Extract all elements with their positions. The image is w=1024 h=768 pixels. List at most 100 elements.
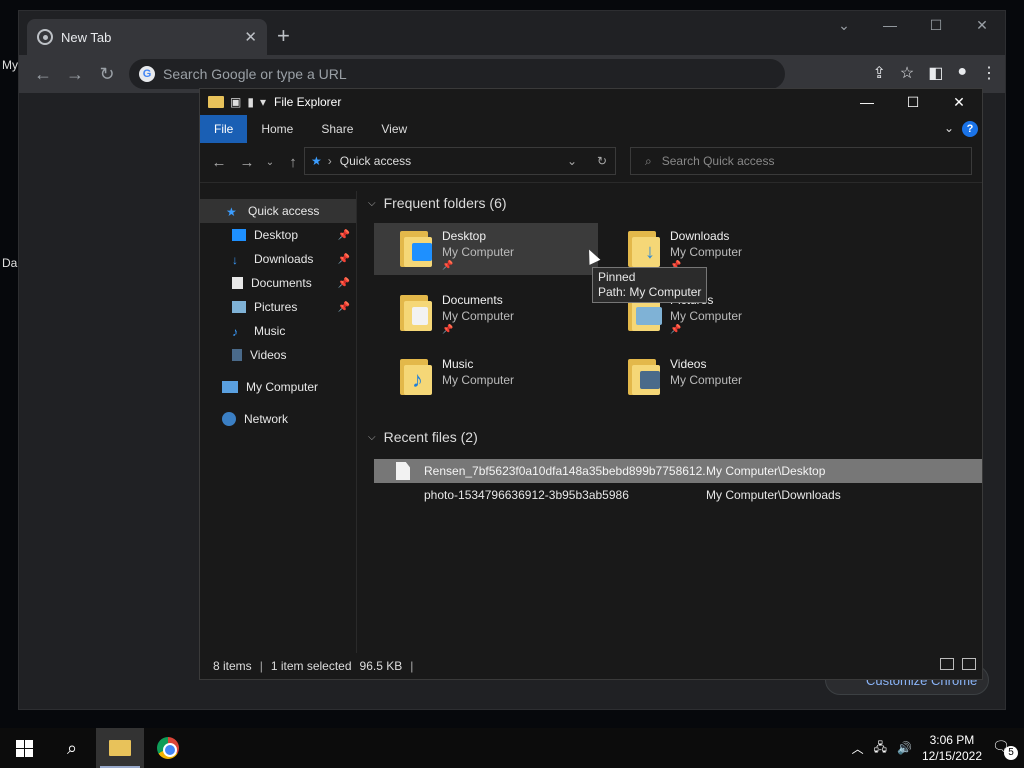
content-pane: ⌵ Frequent folders (6) Desktop My Comput…	[358, 191, 982, 655]
status-separator: |	[410, 659, 414, 673]
recent-files-header[interactable]: ⌵ Recent files (2)	[358, 429, 478, 445]
share-icon[interactable]: ⇪	[872, 63, 885, 83]
maximize-button[interactable]: ☐	[890, 89, 936, 115]
side-panel-icon[interactable]: ◧	[928, 63, 943, 83]
reload-icon[interactable]: ↻	[91, 64, 123, 85]
tooltip-line: Pinned	[598, 270, 636, 284]
tooltip: Pinned Path: My Computer	[592, 267, 708, 303]
minimize-button[interactable]: —	[867, 17, 913, 34]
pin-icon: 📌	[442, 324, 454, 334]
start-button[interactable]	[0, 728, 48, 768]
maximize-button[interactable]: ☐	[913, 17, 959, 34]
toolbar-actions: ⇪ ☆ ◧ ● ⋮	[872, 63, 997, 83]
recent-file-row[interactable]: photo-1534796636912-3b95b3ab5986 My Comp…	[374, 483, 982, 507]
search-icon: ⌕	[66, 737, 78, 758]
sidebar-item-label: Network	[244, 412, 289, 426]
omnibox[interactable]: G Search Google or type a URL	[129, 59, 785, 89]
menu-icon[interactable]: ⋮	[981, 63, 997, 83]
ribbon-tab-file[interactable]: File	[200, 115, 248, 143]
new-tab-button[interactable]: +	[277, 23, 290, 49]
folder-icon	[208, 96, 224, 108]
file-explorer-window: ▣ ▮ ▾ File Explorer — ☐ ✕ File Home Shar…	[199, 88, 983, 680]
section-title: Recent files (2)	[383, 429, 478, 445]
taskbar-file-explorer[interactable]	[96, 728, 144, 768]
file-name: photo-1534796636912-3b95b3ab5986	[424, 488, 629, 502]
sidebar-item-downloads[interactable]: ↓ Downloads 📌	[200, 247, 356, 271]
search-input[interactable]: ⌕ Search Quick access	[630, 147, 972, 175]
customize-toolbar-icon[interactable]: ▾	[260, 95, 266, 109]
folder-tile-videos[interactable]: Videos My Computer	[602, 351, 826, 403]
sidebar-item-quick-access[interactable]: ★ Quick access	[200, 199, 356, 223]
close-button[interactable]: ✕	[959, 17, 1005, 34]
chevron-down-icon[interactable]: ⌄	[567, 154, 577, 168]
chrome-tab-icon	[37, 29, 53, 45]
selection-count: 1 item selected	[270, 659, 352, 673]
large-icons-view-icon[interactable]	[962, 658, 976, 670]
minimize-button[interactable]: —	[844, 89, 890, 115]
ribbon-tab-share[interactable]: Share	[307, 115, 367, 143]
details-view-icon[interactable]	[940, 658, 954, 670]
omnibox-placeholder: Search Google or type a URL	[163, 66, 347, 82]
bookmark-star-icon[interactable]: ☆	[900, 63, 914, 83]
sidebar-item-videos[interactable]: Videos	[200, 343, 356, 367]
pin-icon: 📌	[337, 229, 350, 241]
properties-icon[interactable]: ▣	[230, 95, 241, 109]
folder-icon	[400, 291, 432, 331]
chevron-down-icon[interactable]: ⌄	[821, 17, 867, 34]
recent-locations-icon[interactable]: ⌄	[264, 157, 276, 168]
folder-name: Desktop	[442, 229, 487, 243]
folder-tile-music[interactable]: ♪ Music My Computer	[374, 351, 598, 403]
close-tab-icon[interactable]: ✕	[244, 28, 257, 46]
sidebar-item-pictures[interactable]: Pictures 📌	[200, 295, 356, 319]
folder-icon	[628, 355, 660, 395]
back-icon[interactable]: ←	[208, 154, 230, 171]
desktop-icon	[232, 229, 246, 241]
sidebar-item-my-computer[interactable]: My Computer	[200, 375, 356, 399]
ribbon: File Home Share View ⌄ ?	[200, 115, 982, 143]
window-title: File Explorer	[273, 95, 342, 109]
ribbon-tab-view[interactable]: View	[367, 115, 421, 143]
sidebar-item-label: Downloads	[254, 252, 314, 266]
address-bar[interactable]: ★ › Quick access ⌄ ↻	[304, 147, 616, 175]
network-tray-icon[interactable]: 🖧	[874, 738, 887, 759]
chrome-window-controls: ⌄ — ☐ ✕	[821, 17, 1005, 34]
folder-tile-desktop[interactable]: Desktop My Computer 📌	[374, 223, 598, 275]
volume-icon[interactable]: 🔊	[897, 741, 912, 755]
browser-tab[interactable]: New Tab ✕	[27, 19, 267, 55]
search-button[interactable]: ⌕	[48, 728, 96, 768]
forward-icon[interactable]: →	[59, 64, 91, 85]
sidebar-item-network[interactable]: Network	[200, 407, 356, 431]
windows-logo-icon	[15, 739, 33, 757]
back-icon[interactable]: ←	[27, 64, 59, 85]
refresh-icon[interactable]: ↻	[597, 154, 607, 168]
desktop-label: Da	[2, 256, 18, 270]
help-icon[interactable]: ?	[962, 121, 978, 137]
expand-ribbon-icon[interactable]: ⌄	[944, 121, 954, 135]
recent-file-row[interactable]: Rensen_7bf5623f0a10dfa148a35bebd899b7758…	[374, 459, 982, 483]
pin-icon: 📌	[670, 324, 682, 334]
music-icon: ♪	[232, 325, 238, 339]
profile-icon[interactable]: ●	[957, 63, 967, 83]
sidebar-item-music[interactable]: ♪ Music	[200, 319, 356, 343]
sidebar-item-label: My Computer	[246, 380, 319, 394]
folder-name: Music	[442, 357, 474, 371]
folder-tile-documents[interactable]: Documents My Computer 📌	[374, 287, 598, 339]
ribbon-tab-home[interactable]: Home	[247, 115, 307, 143]
notification-center-icon[interactable]: 🗨 5	[992, 738, 1018, 760]
sidebar-item-desktop[interactable]: Desktop 📌	[200, 223, 356, 247]
folder-location: My Computer	[442, 373, 515, 387]
frequent-folders-header[interactable]: ⌵ Frequent folders (6)	[358, 195, 507, 211]
new-folder-icon[interactable]: ▮	[247, 95, 254, 109]
sidebar-item-documents[interactable]: Documents 📌	[200, 271, 356, 295]
close-button[interactable]: ✕	[936, 89, 982, 115]
up-icon[interactable]: ↑	[282, 154, 304, 171]
clock[interactable]: 3:06 PM 12/15/2022	[922, 732, 982, 764]
forward-icon[interactable]: →	[236, 154, 258, 171]
chevron-up-icon[interactable]: ︿	[852, 740, 864, 757]
folder-location: My Computer	[670, 309, 743, 323]
folder-name: Videos	[670, 357, 707, 371]
taskbar-chrome[interactable]	[144, 728, 192, 768]
navigation-pane: ★ Quick access Desktop 📌 ↓ Downloads 📌 D…	[200, 191, 357, 655]
pin-icon: 📌	[337, 301, 350, 313]
google-icon: G	[139, 66, 155, 82]
